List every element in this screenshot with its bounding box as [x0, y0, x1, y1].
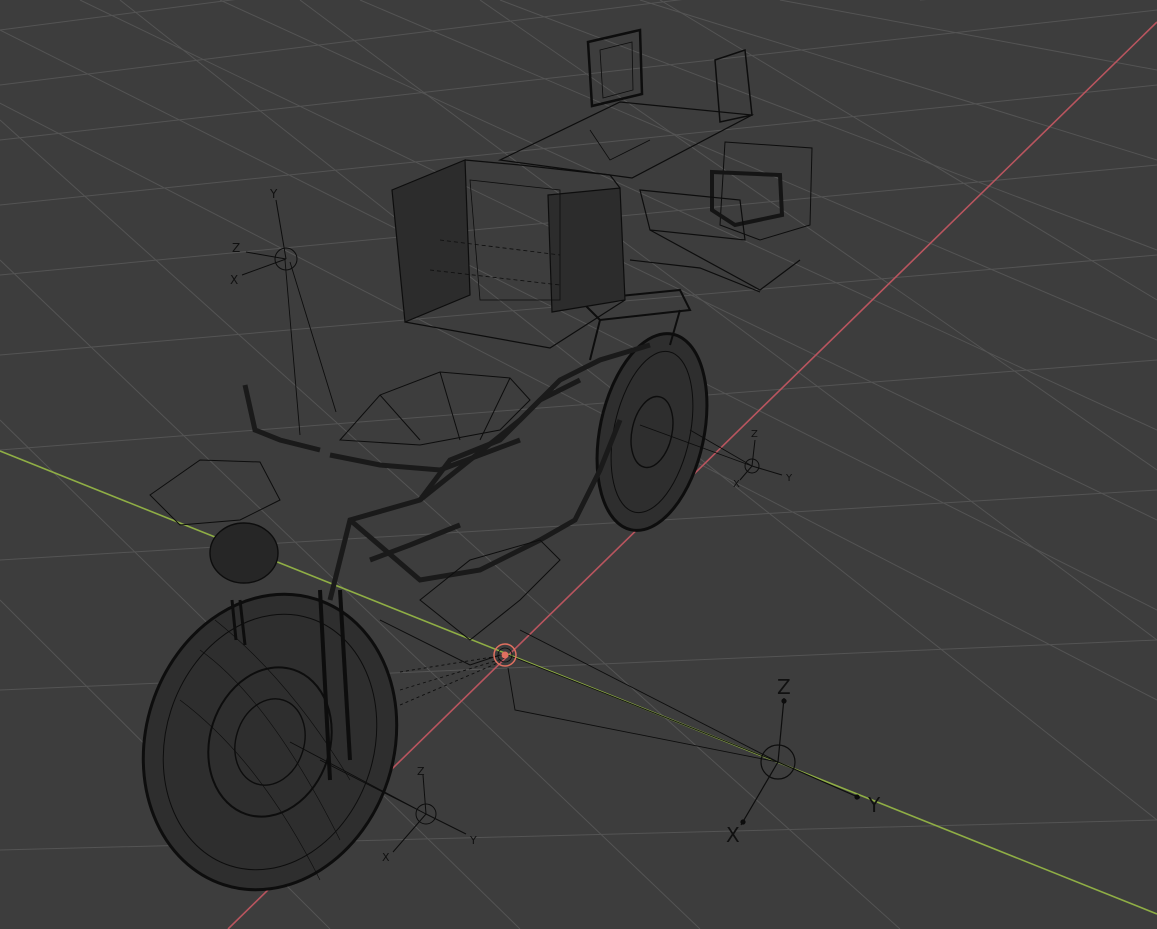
axis-y-label: Y: [269, 187, 278, 201]
axis-y-label: Y: [469, 834, 477, 847]
rear-wheel[interactable]: [580, 323, 723, 540]
axis-z-label: Z: [751, 429, 758, 440]
3d-viewport[interactable]: Y Z X Z Y X Z Y X Z Y X: [0, 0, 1157, 929]
axis-y-label: Y: [785, 473, 793, 484]
axis-x-label: X: [382, 851, 390, 864]
empty-front-bottom[interactable]: Z Y X: [382, 765, 477, 864]
front-wheel[interactable]: [106, 561, 435, 923]
empty-large-right[interactable]: Z Y X: [726, 675, 881, 847]
axis-x-label: X: [726, 823, 740, 847]
axis-z-label: Z: [777, 675, 791, 699]
axis-z-label: Z: [417, 765, 425, 778]
motorcycle-wireframe[interactable]: [106, 28, 813, 923]
upper-assembly[interactable]: [497, 28, 813, 293]
selected-origin-icon[interactable]: [493, 643, 517, 667]
axis-y-label: Y: [867, 793, 881, 817]
frame[interactable]: [242, 342, 651, 601]
axis-x-label: X: [230, 273, 238, 287]
axis-z-label: Z: [232, 241, 240, 255]
axis-x-label: X: [733, 479, 740, 490]
storage-cabinet[interactable]: [391, 159, 626, 349]
viewport-canvas[interactable]: Y Z X Z Y X Z Y X Z Y X: [0, 0, 1157, 929]
empty-rear-right[interactable]: Z Y X: [733, 429, 793, 490]
empty-top-left[interactable]: Y Z X: [230, 187, 298, 287]
